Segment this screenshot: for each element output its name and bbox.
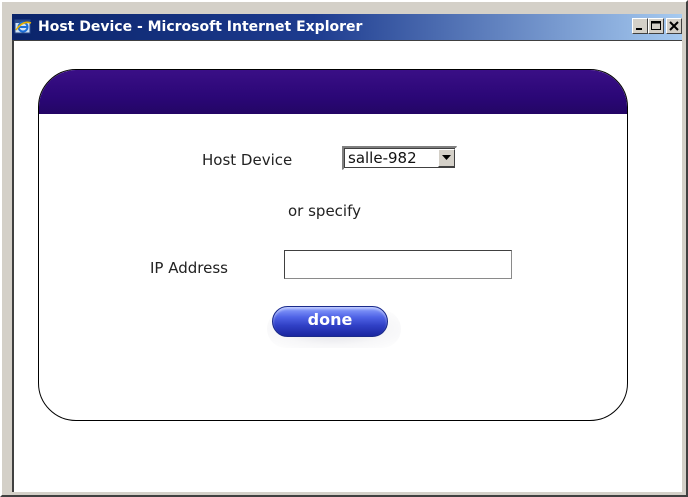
- ip-address-label: IP Address: [150, 259, 228, 277]
- host-device-label: Host Device: [202, 151, 293, 169]
- dropdown-arrow-button[interactable]: [438, 149, 455, 167]
- host-device-panel: Host Device salle-982 or specify IP Addr…: [38, 69, 628, 421]
- browser-window: Host Device - Microsoft Internet Explore…: [0, 0, 688, 497]
- close-icon: [669, 21, 679, 31]
- ie-icon: [14, 17, 32, 35]
- maximize-button[interactable]: [648, 18, 664, 34]
- panel-header-bar: [39, 70, 627, 114]
- chevron-down-icon: [442, 155, 451, 160]
- close-button[interactable]: [666, 18, 682, 34]
- done-button-wrapper: done: [263, 300, 401, 350]
- maximize-icon: [651, 21, 661, 30]
- title-bar[interactable]: Host Device - Microsoft Internet Explore…: [12, 14, 682, 40]
- done-button[interactable]: done: [272, 306, 388, 337]
- page-content: Host Device salle-982 or specify IP Addr…: [12, 40, 682, 492]
- or-specify-text: or specify: [288, 202, 361, 220]
- host-device-select[interactable]: salle-982: [342, 146, 457, 170]
- ip-address-input[interactable]: [284, 250, 512, 279]
- host-device-selected-value: salle-982: [348, 149, 417, 167]
- minimize-button[interactable]: [632, 18, 648, 34]
- minimize-icon: [636, 28, 642, 30]
- window-title: Host Device - Microsoft Internet Explore…: [38, 19, 363, 35]
